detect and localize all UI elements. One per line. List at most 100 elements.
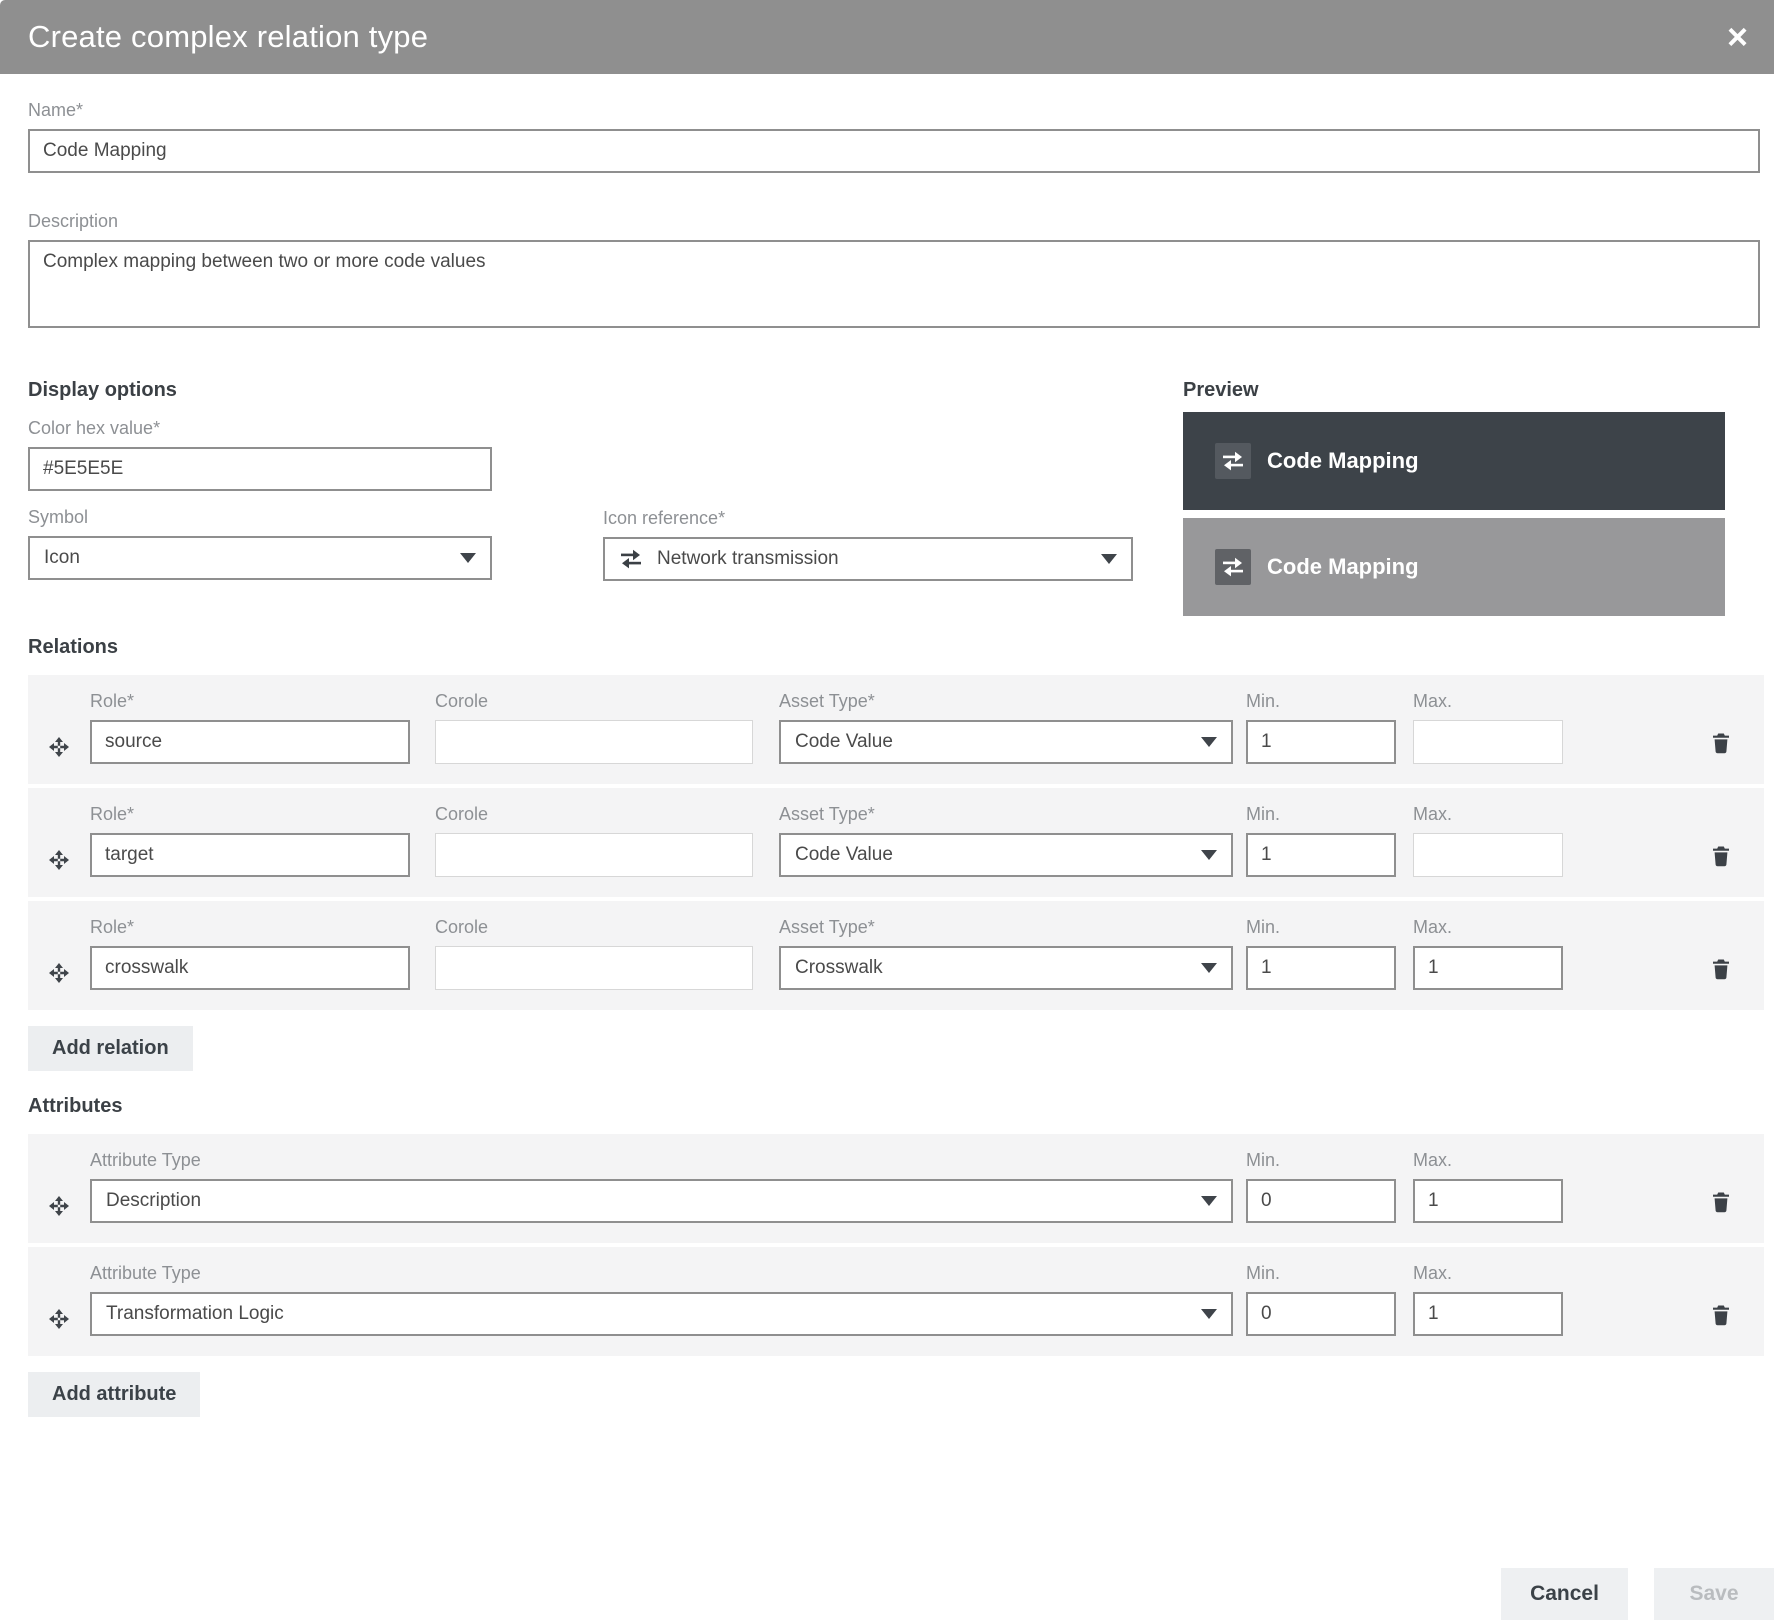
move-icon[interactable] bbox=[28, 1263, 90, 1331]
caret-down-icon bbox=[1201, 1196, 1217, 1206]
attribute-row: Attribute Type Description Min. Max. bbox=[28, 1134, 1764, 1243]
icon-reference-select-value: Network transmission bbox=[657, 548, 839, 569]
symbol-select[interactable]: Icon bbox=[28, 536, 492, 580]
preview-item-dark: Code Mapping bbox=[1183, 412, 1725, 510]
caret-down-icon bbox=[1201, 963, 1217, 973]
preview-label: Code Mapping bbox=[1267, 448, 1419, 473]
add-relation-button[interactable]: Add relation bbox=[28, 1026, 193, 1071]
description-field-block: Description Complex mapping between two … bbox=[28, 211, 1760, 333]
symbol-label: Symbol bbox=[28, 507, 89, 527]
dialog-title: Create complex relation type bbox=[28, 19, 429, 54]
swap-arrows-icon bbox=[1215, 549, 1251, 585]
relations-heading: Relations bbox=[28, 636, 119, 658]
asset-type-label: Asset Type* bbox=[779, 804, 875, 824]
caret-down-icon bbox=[1201, 850, 1217, 860]
attribute-type-label: Attribute Type bbox=[90, 1150, 201, 1170]
max-input[interactable] bbox=[1413, 833, 1563, 877]
max-input[interactable] bbox=[1413, 1292, 1563, 1336]
asset-type-select[interactable]: Code Value bbox=[779, 833, 1233, 877]
move-icon[interactable] bbox=[28, 917, 90, 985]
trash-icon[interactable] bbox=[1710, 1263, 1732, 1328]
caret-down-icon bbox=[1101, 554, 1117, 564]
max-input[interactable] bbox=[1413, 720, 1563, 764]
name-input[interactable] bbox=[28, 129, 1760, 173]
preview-label: Code Mapping bbox=[1267, 554, 1419, 579]
relation-row: Role* Corole Asset Type* Code Value Min.… bbox=[28, 675, 1764, 784]
min-label: Min. bbox=[1246, 691, 1281, 711]
dialog-header: Create complex relation type × bbox=[0, 0, 1774, 74]
move-icon[interactable] bbox=[28, 691, 90, 759]
swap-arrows-icon bbox=[1215, 443, 1251, 479]
attributes-heading: Attributes bbox=[28, 1095, 123, 1117]
asset-type-label: Asset Type* bbox=[779, 691, 875, 711]
color-hex-label: Color hex value* bbox=[28, 418, 161, 438]
add-attribute-button[interactable]: Add attribute bbox=[28, 1372, 201, 1417]
max-input[interactable] bbox=[1413, 946, 1563, 990]
attribute-type-select[interactable]: Transformation Logic bbox=[90, 1292, 1233, 1336]
swap-arrows-icon bbox=[619, 547, 643, 571]
trash-icon[interactable] bbox=[1710, 691, 1732, 756]
preview-item-gray: Code Mapping bbox=[1183, 518, 1725, 616]
trash-icon[interactable] bbox=[1710, 917, 1732, 982]
corole-input[interactable] bbox=[435, 720, 753, 764]
min-label: Min. bbox=[1246, 917, 1281, 937]
attribute-type-select[interactable]: Description bbox=[90, 1179, 1233, 1223]
role-label: Role* bbox=[90, 691, 135, 711]
max-label: Max. bbox=[1413, 804, 1453, 824]
color-hex-input[interactable] bbox=[28, 447, 492, 491]
caret-down-icon bbox=[1201, 737, 1217, 747]
corole-label: Corole bbox=[435, 804, 489, 824]
min-input[interactable] bbox=[1246, 1292, 1396, 1336]
icon-reference-select[interactable]: Network transmission bbox=[603, 537, 1133, 581]
min-input[interactable] bbox=[1246, 720, 1396, 764]
min-input[interactable] bbox=[1246, 833, 1396, 877]
min-input[interactable] bbox=[1246, 946, 1396, 990]
save-button[interactable]: Save bbox=[1654, 1568, 1774, 1620]
corole-input[interactable] bbox=[435, 946, 753, 990]
move-icon[interactable] bbox=[28, 1150, 90, 1218]
close-icon[interactable]: × bbox=[1727, 19, 1748, 55]
min-input[interactable] bbox=[1246, 1179, 1396, 1223]
name-field-block: Name* bbox=[28, 100, 1760, 173]
relation-row: Role* Corole Asset Type* Crosswalk Min. … bbox=[28, 901, 1764, 1010]
role-label: Role* bbox=[90, 917, 135, 937]
asset-type-select[interactable]: Code Value bbox=[779, 720, 1233, 764]
asset-type-value: Code Value bbox=[795, 731, 893, 752]
role-input[interactable] bbox=[90, 946, 410, 990]
caret-down-icon bbox=[1201, 1309, 1217, 1319]
asset-type-value: Code Value bbox=[795, 844, 893, 865]
corole-input[interactable] bbox=[435, 833, 753, 877]
icon-reference-label: Icon reference* bbox=[603, 508, 726, 528]
attribute-type-value: Description bbox=[106, 1190, 202, 1211]
attribute-row: Attribute Type Transformation Logic Min.… bbox=[28, 1247, 1764, 1356]
max-label: Max. bbox=[1413, 1263, 1453, 1283]
symbol-select-value: Icon bbox=[44, 547, 80, 568]
relation-row: Role* Corole Asset Type* Code Value Min.… bbox=[28, 788, 1764, 897]
corole-label: Corole bbox=[435, 917, 489, 937]
preview-heading: Preview bbox=[1183, 379, 1259, 401]
trash-icon[interactable] bbox=[1710, 804, 1732, 869]
asset-type-label: Asset Type* bbox=[779, 917, 875, 937]
max-label: Max. bbox=[1413, 691, 1453, 711]
cancel-button[interactable]: Cancel bbox=[1501, 1568, 1628, 1620]
move-icon[interactable] bbox=[28, 804, 90, 872]
description-textarea[interactable]: Complex mapping between two or more code… bbox=[28, 240, 1760, 328]
min-label: Min. bbox=[1246, 1263, 1281, 1283]
corole-label: Corole bbox=[435, 691, 489, 711]
attribute-type-value: Transformation Logic bbox=[106, 1303, 284, 1324]
display-options-heading: Display options bbox=[28, 379, 177, 401]
max-label: Max. bbox=[1413, 1150, 1453, 1170]
max-input[interactable] bbox=[1413, 1179, 1563, 1223]
asset-type-value: Crosswalk bbox=[795, 957, 883, 978]
max-label: Max. bbox=[1413, 917, 1453, 937]
min-label: Min. bbox=[1246, 1150, 1281, 1170]
description-label: Description bbox=[28, 211, 119, 231]
name-label: Name* bbox=[28, 100, 84, 120]
role-input[interactable] bbox=[90, 720, 410, 764]
caret-down-icon bbox=[460, 553, 476, 563]
min-label: Min. bbox=[1246, 804, 1281, 824]
asset-type-select[interactable]: Crosswalk bbox=[779, 946, 1233, 990]
attribute-type-label: Attribute Type bbox=[90, 1263, 201, 1283]
role-input[interactable] bbox=[90, 833, 410, 877]
trash-icon[interactable] bbox=[1710, 1150, 1732, 1215]
